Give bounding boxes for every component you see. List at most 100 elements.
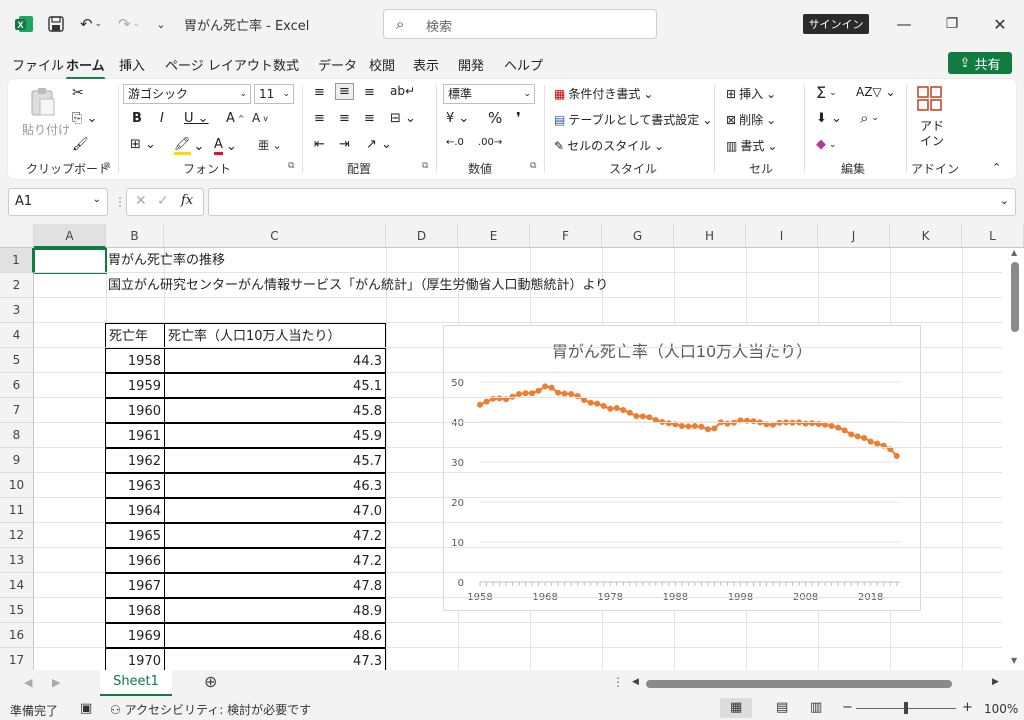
table-year-cell[interactable]: 1970 bbox=[105, 648, 165, 670]
table-rate-cell[interactable]: 47.2 bbox=[164, 548, 386, 573]
row-header-15[interactable]: 15 bbox=[0, 598, 34, 623]
col-header-c[interactable]: C bbox=[164, 224, 386, 248]
delete-cells-button[interactable]: ⊠ 削除 ⌄ bbox=[726, 111, 776, 128]
table-year-cell[interactable]: 1966 bbox=[105, 548, 165, 573]
tab-data[interactable]: データ bbox=[318, 55, 357, 74]
customize-qat-icon[interactable]: ⌄ bbox=[152, 12, 170, 36]
cell-styles-button[interactable]: ✎ セルのスタイル ⌄ bbox=[554, 137, 664, 154]
table-rate-cell[interactable]: 47.8 bbox=[164, 573, 386, 598]
row-header-8[interactable]: 8 bbox=[0, 423, 34, 448]
collapse-ribbon-icon[interactable]: ⌃ bbox=[992, 161, 1001, 174]
col-header-j[interactable]: J bbox=[818, 224, 890, 248]
row-header-3[interactable]: 3 bbox=[0, 298, 34, 323]
select-all-corner[interactable] bbox=[0, 224, 34, 248]
currency-icon[interactable]: ¥ ⌄ bbox=[446, 111, 469, 126]
bold-icon[interactable]: B bbox=[132, 111, 142, 126]
row-header-2[interactable]: 2 bbox=[0, 273, 34, 298]
phonetic-icon[interactable]: 亜 ⌄ bbox=[258, 137, 282, 153]
number-launcher-icon[interactable]: ⧉ bbox=[530, 161, 536, 171]
table-rate-cell[interactable]: 48.6 bbox=[164, 623, 386, 648]
share-button[interactable]: ⇪ 共有 bbox=[948, 52, 1012, 74]
scroll-up-icon[interactable]: ▲ bbox=[1011, 248, 1017, 257]
format-painter-icon[interactable]: 🖌 bbox=[72, 137, 89, 152]
vertical-scroll-thumb[interactable] bbox=[1011, 262, 1019, 332]
col-header-e[interactable]: E bbox=[458, 224, 530, 248]
header-rate-cell[interactable]: 死亡率（人口10万人当たり） bbox=[164, 323, 386, 348]
row-header-1[interactable]: 1 bbox=[0, 248, 34, 273]
tab-home[interactable]: ホーム bbox=[66, 55, 105, 80]
row-header-13[interactable]: 13 bbox=[0, 548, 34, 573]
clipboard-launcher-icon[interactable]: ⧉ bbox=[104, 161, 110, 171]
clear-icon[interactable]: ◆ ⌄ bbox=[816, 137, 837, 152]
sort-filter-icon[interactable]: AZ▽ ⌄ bbox=[856, 85, 896, 99]
increase-font-icon[interactable]: A ^ bbox=[226, 111, 245, 126]
font-size-select[interactable]: 11 ⌄ bbox=[254, 84, 294, 104]
page-layout-view-icon[interactable]: ▤ bbox=[776, 700, 788, 715]
tab-view[interactable]: 表示 bbox=[413, 55, 439, 74]
underline-icon[interactable]: U ⌄ bbox=[184, 111, 209, 126]
wrap-text-icon[interactable]: ab↵ bbox=[390, 84, 415, 98]
scroll-left-icon[interactable]: ◀ bbox=[632, 677, 639, 687]
selected-cell-a1[interactable] bbox=[33, 248, 107, 274]
table-rate-cell[interactable]: 47.3 bbox=[164, 648, 386, 670]
increase-indent-icon[interactable]: ⇥ bbox=[339, 137, 350, 152]
enter-icon[interactable]: ✓ bbox=[157, 193, 169, 209]
col-header-i[interactable]: I bbox=[746, 224, 818, 248]
addins-label[interactable]: アド イン bbox=[920, 119, 944, 149]
table-rate-cell[interactable]: 45.1 bbox=[164, 373, 386, 398]
alignment-launcher-icon[interactable]: ⧉ bbox=[422, 161, 428, 171]
cell-b1[interactable]: 胃がん死亡率の推移 bbox=[108, 248, 225, 273]
table-year-cell[interactable]: 1962 bbox=[105, 448, 165, 473]
border-icon[interactable]: ⊞ ⌄ bbox=[130, 137, 156, 152]
font-name-select[interactable]: 游ゴシック ⌄ bbox=[123, 84, 251, 104]
row-header-10[interactable]: 10 bbox=[0, 473, 34, 498]
decrease-indent-icon[interactable]: ⇤ bbox=[314, 137, 325, 152]
table-rate-cell[interactable]: 44.3 bbox=[164, 348, 386, 373]
font-launcher-icon[interactable]: ⧉ bbox=[288, 161, 294, 171]
row-header-17[interactable]: 17 bbox=[0, 648, 34, 670]
col-header-d[interactable]: D bbox=[386, 224, 458, 248]
paste-icon[interactable] bbox=[28, 87, 60, 119]
macro-record-icon[interactable]: ▣ bbox=[80, 701, 92, 716]
formula-input[interactable]: ⌄ bbox=[208, 188, 1016, 216]
col-header-k[interactable]: K bbox=[890, 224, 962, 248]
align-center-icon[interactable]: ≡ bbox=[339, 111, 350, 126]
minimize-icon[interactable]: — bbox=[892, 12, 916, 36]
format-as-table-button[interactable]: ▤ テーブルとして書式設定 ⌄ bbox=[554, 111, 712, 128]
search-box[interactable]: ⌕ 検索 bbox=[383, 9, 657, 39]
worksheet-grid[interactable]: A B C D E F G H I J K L 胃がん死亡率の推移 国立がん研究… bbox=[0, 224, 1024, 670]
decrease-font-icon[interactable]: Av bbox=[252, 111, 268, 125]
table-year-cell[interactable]: 1958 bbox=[105, 348, 165, 373]
align-bottom-icon[interactable]: ≡ bbox=[364, 85, 375, 100]
insert-function-icon[interactable]: fx bbox=[181, 193, 193, 208]
table-rate-cell[interactable]: 47.2 bbox=[164, 523, 386, 548]
tab-developer[interactable]: 開発 bbox=[458, 55, 484, 74]
zoom-out-icon[interactable]: − bbox=[842, 700, 853, 715]
merge-center-icon[interactable]: ⊟ ⌄ bbox=[390, 111, 416, 126]
row-header-7[interactable]: 7 bbox=[0, 398, 34, 423]
table-rate-cell[interactable]: 45.8 bbox=[164, 398, 386, 423]
expand-formula-icon[interactable]: ⌄ bbox=[1000, 194, 1009, 207]
table-year-cell[interactable]: 1964 bbox=[105, 498, 165, 523]
table-year-cell[interactable]: 1967 bbox=[105, 573, 165, 598]
align-top-icon[interactable]: ≡ bbox=[314, 85, 325, 100]
prev-sheet-icon[interactable]: ◀ bbox=[24, 676, 32, 689]
scroll-right-icon[interactable]: ▶ bbox=[992, 677, 999, 687]
next-sheet-icon[interactable]: ▶ bbox=[52, 676, 60, 689]
header-year-cell[interactable]: 死亡年 bbox=[105, 323, 165, 348]
row-header-16[interactable]: 16 bbox=[0, 623, 34, 648]
table-year-cell[interactable]: 1969 bbox=[105, 623, 165, 648]
table-rate-cell[interactable]: 46.3 bbox=[164, 473, 386, 498]
table-year-cell[interactable]: 1960 bbox=[105, 398, 165, 423]
align-middle-icon[interactable]: ≡ bbox=[335, 83, 354, 100]
horizontal-scroll-thumb[interactable] bbox=[646, 680, 952, 688]
tab-help[interactable]: ヘルプ bbox=[504, 55, 543, 74]
formula-bar-grip-icon[interactable]: ⋮ bbox=[114, 195, 126, 209]
zoom-in-icon[interactable]: + bbox=[962, 700, 973, 715]
tab-insert[interactable]: 挿入 bbox=[119, 55, 145, 74]
row-header-5[interactable]: 5 bbox=[0, 348, 34, 373]
row-header-11[interactable]: 11 bbox=[0, 498, 34, 523]
insert-cells-button[interactable]: ⊞ 挿入 ⌄ bbox=[726, 85, 776, 102]
vertical-scrollbar[interactable]: ▲ ▼ bbox=[1006, 248, 1024, 670]
format-cells-button[interactable]: ▥ 書式 ⌄ bbox=[726, 137, 777, 154]
